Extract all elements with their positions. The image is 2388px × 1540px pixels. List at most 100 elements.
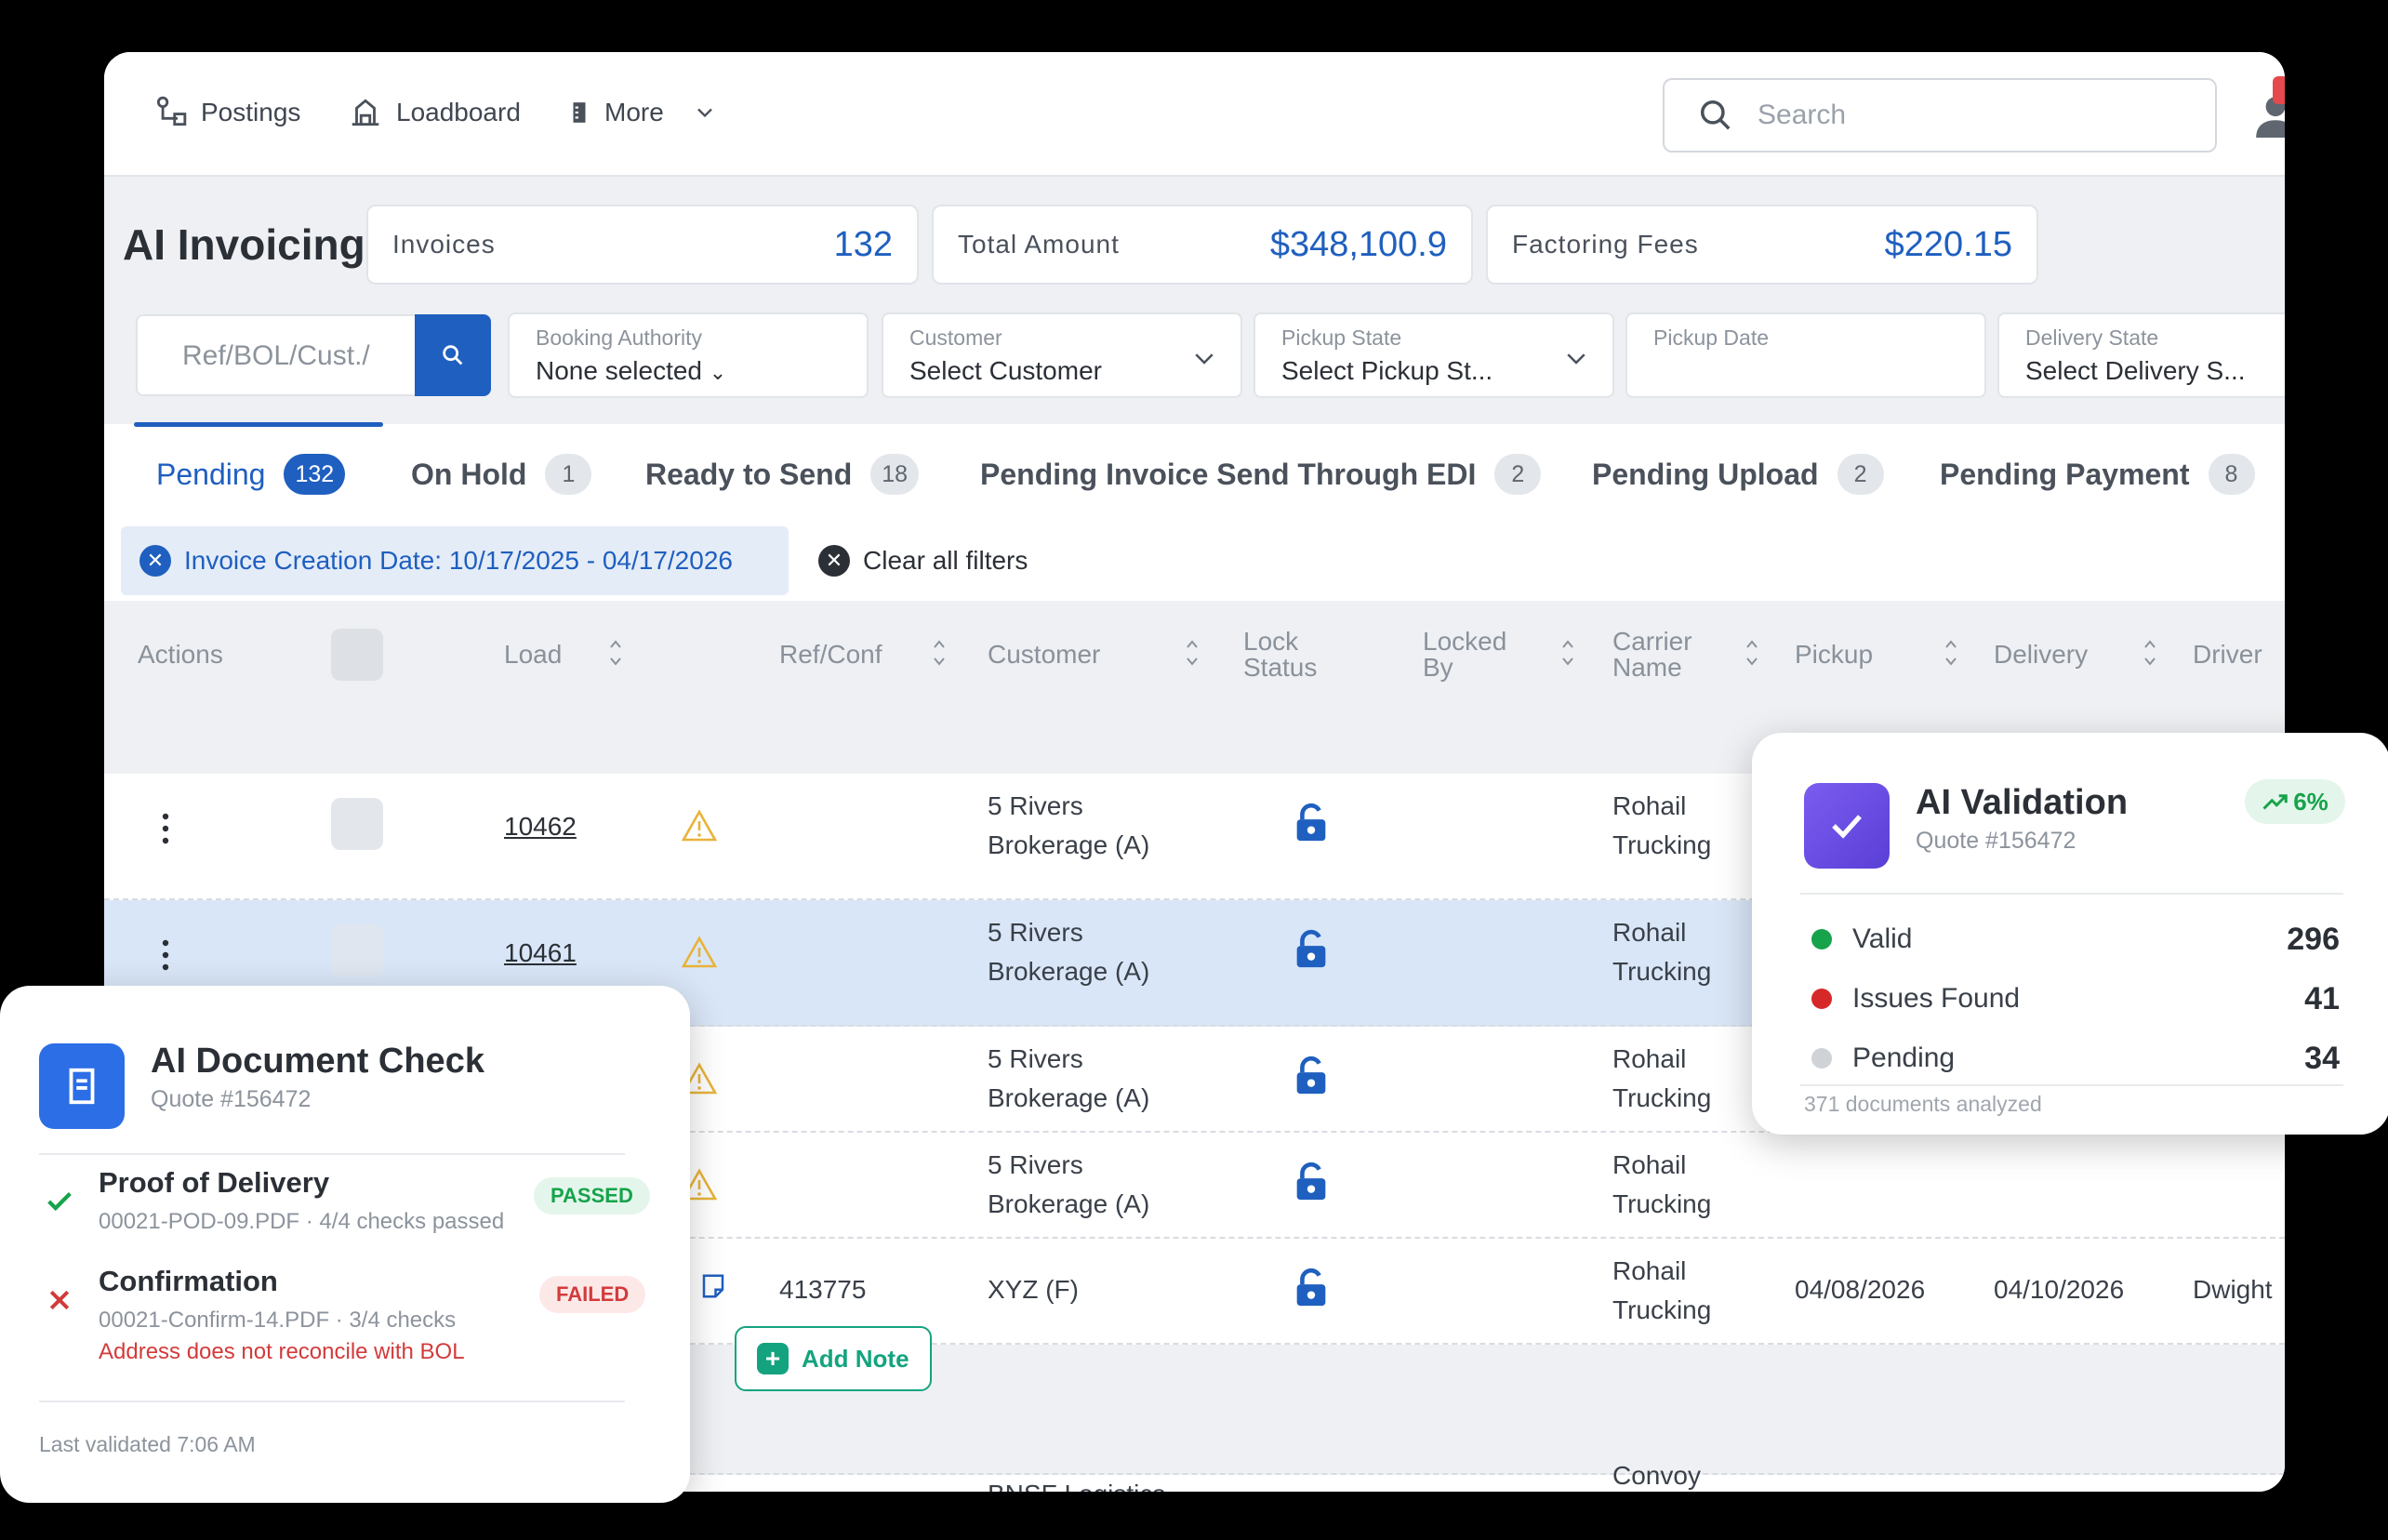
confirmation-meta: 00021-Confirm-14.PDF · 3/4 checks — [99, 1308, 457, 1333]
date-filter-chip[interactable]: ✕ Invoice Creation Date: 10/17/2025 - 04… — [121, 526, 789, 595]
sort-icon[interactable] — [1745, 636, 1759, 670]
col-delivery[interactable]: Delivery — [1994, 642, 2088, 668]
doc-check-quote: Quote #156472 — [151, 1086, 312, 1112]
unlock-icon[interactable] — [1290, 1161, 1333, 1203]
confirmation-error: Address does not reconcile with BOL — [99, 1339, 465, 1364]
pod-meta: 00021-POD-09.PDF · 4/4 checks passed — [99, 1209, 505, 1234]
filter-pickup-date[interactable]: Pickup Date — [1625, 312, 1986, 398]
add-note-button[interactable]: + Add Note — [735, 1326, 932, 1391]
sort-icon[interactable] — [1185, 636, 1200, 670]
col-load[interactable]: Load — [504, 642, 562, 668]
filter-pickup-state[interactable]: Pickup State Select Pickup St... — [1254, 312, 1614, 398]
customer-cell: 5 Rivers Brokerage (A) — [988, 1150, 1150, 1218]
plus-icon: + — [757, 1343, 789, 1374]
kebab-menu-icon[interactable] — [162, 813, 169, 844]
issues-count: 41 — [2304, 980, 2340, 1016]
valid-count: 296 — [2287, 921, 2340, 957]
ref-search-input[interactable]: Ref/BOL/Cust./ — [136, 314, 415, 396]
ai-document-check-card: AI Document Check Quote #156472 Proof of… — [0, 986, 690, 1503]
doc-check-title: AI Document Check — [151, 1042, 484, 1081]
divider — [39, 1153, 625, 1155]
ref-search-button[interactable] — [415, 314, 491, 396]
tab-count: 2 — [1494, 454, 1542, 495]
col-customer[interactable]: Customer — [988, 642, 1100, 668]
pickup-cell: 04/08/2026 — [1795, 1275, 1926, 1304]
filter-customer[interactable]: Customer Select Customer — [882, 312, 1242, 398]
nav-postings[interactable]: Postings — [153, 89, 300, 136]
kebab-menu-icon[interactable] — [162, 939, 169, 971]
tab-ready-to-send[interactable]: Ready to Send 18 — [645, 454, 920, 495]
divider — [1800, 1084, 2343, 1086]
load-link[interactable]: 10462 — [504, 807, 577, 846]
stat-total-value: $348,100.9 — [1269, 224, 1447, 264]
tab-label: On Hold — [411, 457, 527, 491]
tab-pending[interactable]: Pending 132 — [156, 454, 346, 495]
row-checkbox[interactable] — [331, 798, 383, 850]
filter-pickup-date-label: Pickup Date — [1653, 325, 1770, 350]
warning-icon — [681, 936, 718, 968]
confirmation-name: Confirmation — [99, 1265, 278, 1297]
status-dot — [1811, 1048, 1832, 1069]
filter-delivery-state-label: Delivery State — [2025, 325, 2159, 350]
tab-pending-edi[interactable]: Pending Invoice Send Through EDI 2 — [980, 454, 1542, 495]
customer-cell: BNSF Logistics — [988, 1475, 1165, 1492]
search-input[interactable]: Search — [1663, 78, 2217, 153]
tab-label: Pending Invoice Send Through EDI — [980, 457, 1477, 491]
nav-loadboard[interactable]: Loadboard — [348, 89, 521, 136]
date-filter-label: Invoice Creation Date: 10/17/2025 - 04/1… — [184, 546, 733, 575]
validation-issues-row: Issues Found 41 — [1811, 978, 2340, 1019]
chevron-down-icon — [1567, 353, 1585, 365]
unlock-icon[interactable] — [1290, 1055, 1333, 1097]
nav-more[interactable]: More — [567, 89, 718, 136]
top-navigation-bar: Postings Loadboard More Search — [104, 52, 2285, 177]
filter-delivery-state-value: Select Delivery S... — [2025, 356, 2246, 385]
chevron-down-icon — [696, 108, 712, 118]
filter-booking-authority[interactable]: Booking Authority None selected ⌄ — [508, 312, 869, 398]
notification-badge — [2273, 76, 2285, 104]
close-icon[interactable]: ✕ — [139, 545, 171, 577]
unlock-icon[interactable] — [1290, 1267, 1333, 1309]
col-ref-conf[interactable]: Ref/Conf — [779, 642, 882, 668]
filter-pickup-state-label: Pickup State — [1281, 325, 1402, 350]
row-checkbox[interactable] — [331, 924, 383, 976]
sort-icon[interactable] — [608, 636, 623, 670]
pod-name: Proof of Delivery — [99, 1166, 330, 1199]
filter-pickup-state-value: Select Pickup St... — [1281, 356, 1493, 385]
carrier-cell: Rohail Trucking — [1612, 918, 1712, 986]
sort-icon[interactable] — [2143, 636, 2157, 670]
check-icon — [41, 1183, 78, 1220]
add-note-label: Add Note — [802, 1344, 909, 1373]
stat-total-label: Total Amount — [958, 230, 1120, 259]
sort-icon[interactable] — [1944, 636, 1958, 670]
col-pickup[interactable]: Pickup — [1795, 642, 1873, 668]
clear-all-filters-button[interactable]: ✕ Clear all filters — [818, 526, 1028, 595]
col-driver[interactable]: Driver — [2193, 642, 2262, 668]
load-link[interactable]: 10461 — [504, 934, 577, 973]
customer-cell: 5 Rivers Brokerage (A) — [988, 791, 1150, 859]
stat-factoring-fees: Factoring Fees $220.15 — [1486, 205, 2038, 285]
trend-up-icon — [2262, 794, 2288, 810]
ai-validation-card: AI Validation Quote #156472 6% Valid 296… — [1752, 733, 2388, 1135]
pending-count: 34 — [2304, 1040, 2340, 1076]
select-all-checkbox[interactable] — [331, 629, 383, 681]
sort-icon[interactable] — [932, 636, 947, 670]
col-locked-by[interactable]: Locked By — [1423, 629, 1506, 681]
chevron-down-icon — [1195, 353, 1214, 365]
tab-pending-upload[interactable]: Pending Upload 2 — [1592, 454, 1884, 495]
col-lock-status[interactable]: Lock Status — [1243, 629, 1317, 681]
tab-on-hold[interactable]: On Hold 1 — [411, 454, 592, 495]
note-icon[interactable] — [699, 1272, 727, 1300]
nav-loadboard-label: Loadboard — [396, 98, 521, 126]
tab-pending-payment[interactable]: Pending Payment 8 — [1940, 454, 2255, 495]
filter-delivery-state[interactable]: Delivery State Select Delivery S... — [1997, 312, 2285, 398]
tab-label: Pending Upload — [1592, 457, 1819, 491]
unlock-icon[interactable] — [1290, 928, 1333, 971]
active-tab-indicator — [134, 422, 383, 427]
valid-label: Valid — [1852, 923, 1913, 954]
close-icon — [41, 1281, 78, 1319]
sort-icon[interactable] — [1560, 636, 1575, 670]
unlock-icon[interactable] — [1290, 802, 1333, 844]
document-icon — [39, 1043, 125, 1129]
stat-fees-value: $220.15 — [1884, 224, 2012, 264]
col-carrier-name[interactable]: Carrier Name — [1612, 629, 1692, 681]
